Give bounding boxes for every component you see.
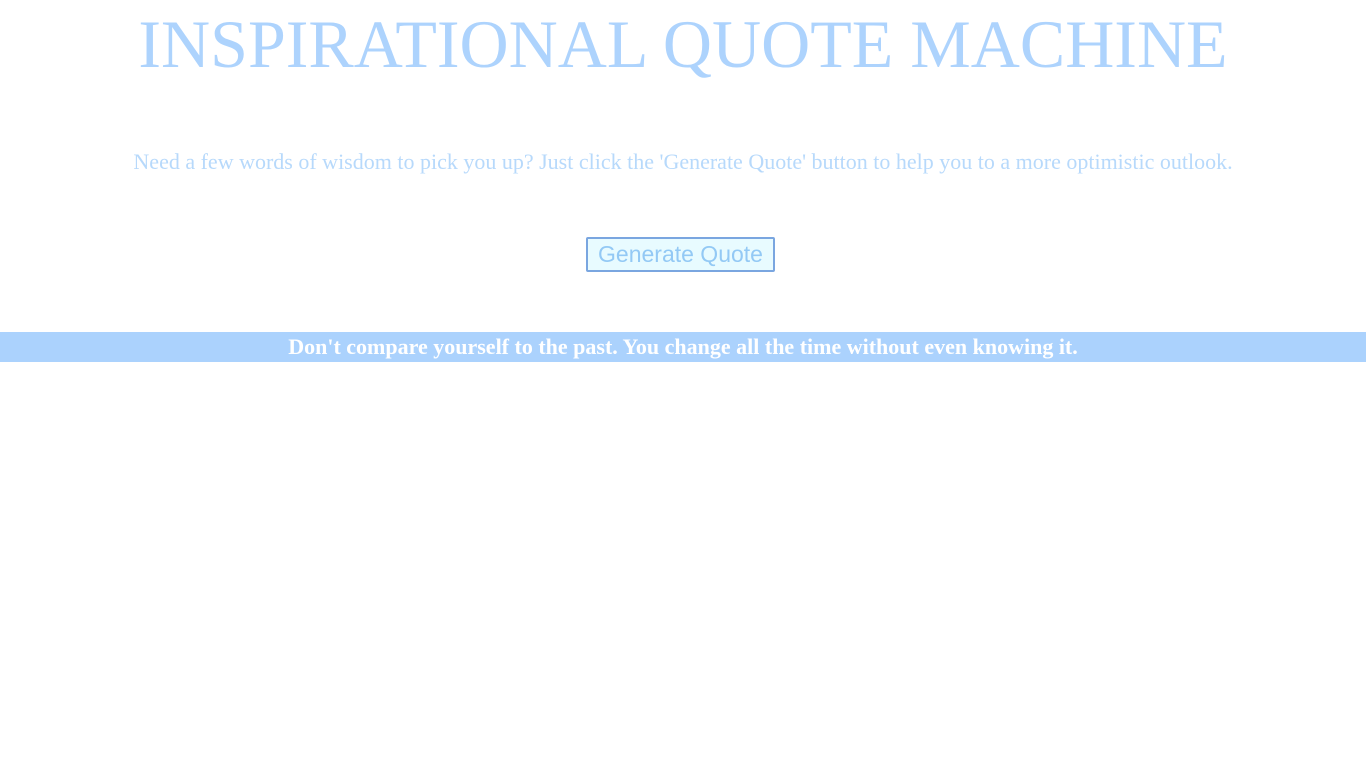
quote-text: Don't compare yourself to the past. You … — [288, 334, 1078, 359]
quote-bar: Don't compare yourself to the past. You … — [0, 332, 1366, 362]
button-container: Generate Quote — [0, 237, 1366, 272]
generate-quote-button[interactable]: Generate Quote — [586, 237, 775, 272]
intro-text: Need a few words of wisdom to pick you u… — [133, 149, 1233, 174]
page: INSPIRATIONAL QUOTE MACHINE Need a few w… — [0, 0, 1366, 768]
page-title: INSPIRATIONAL QUOTE MACHINE — [138, 6, 1228, 82]
